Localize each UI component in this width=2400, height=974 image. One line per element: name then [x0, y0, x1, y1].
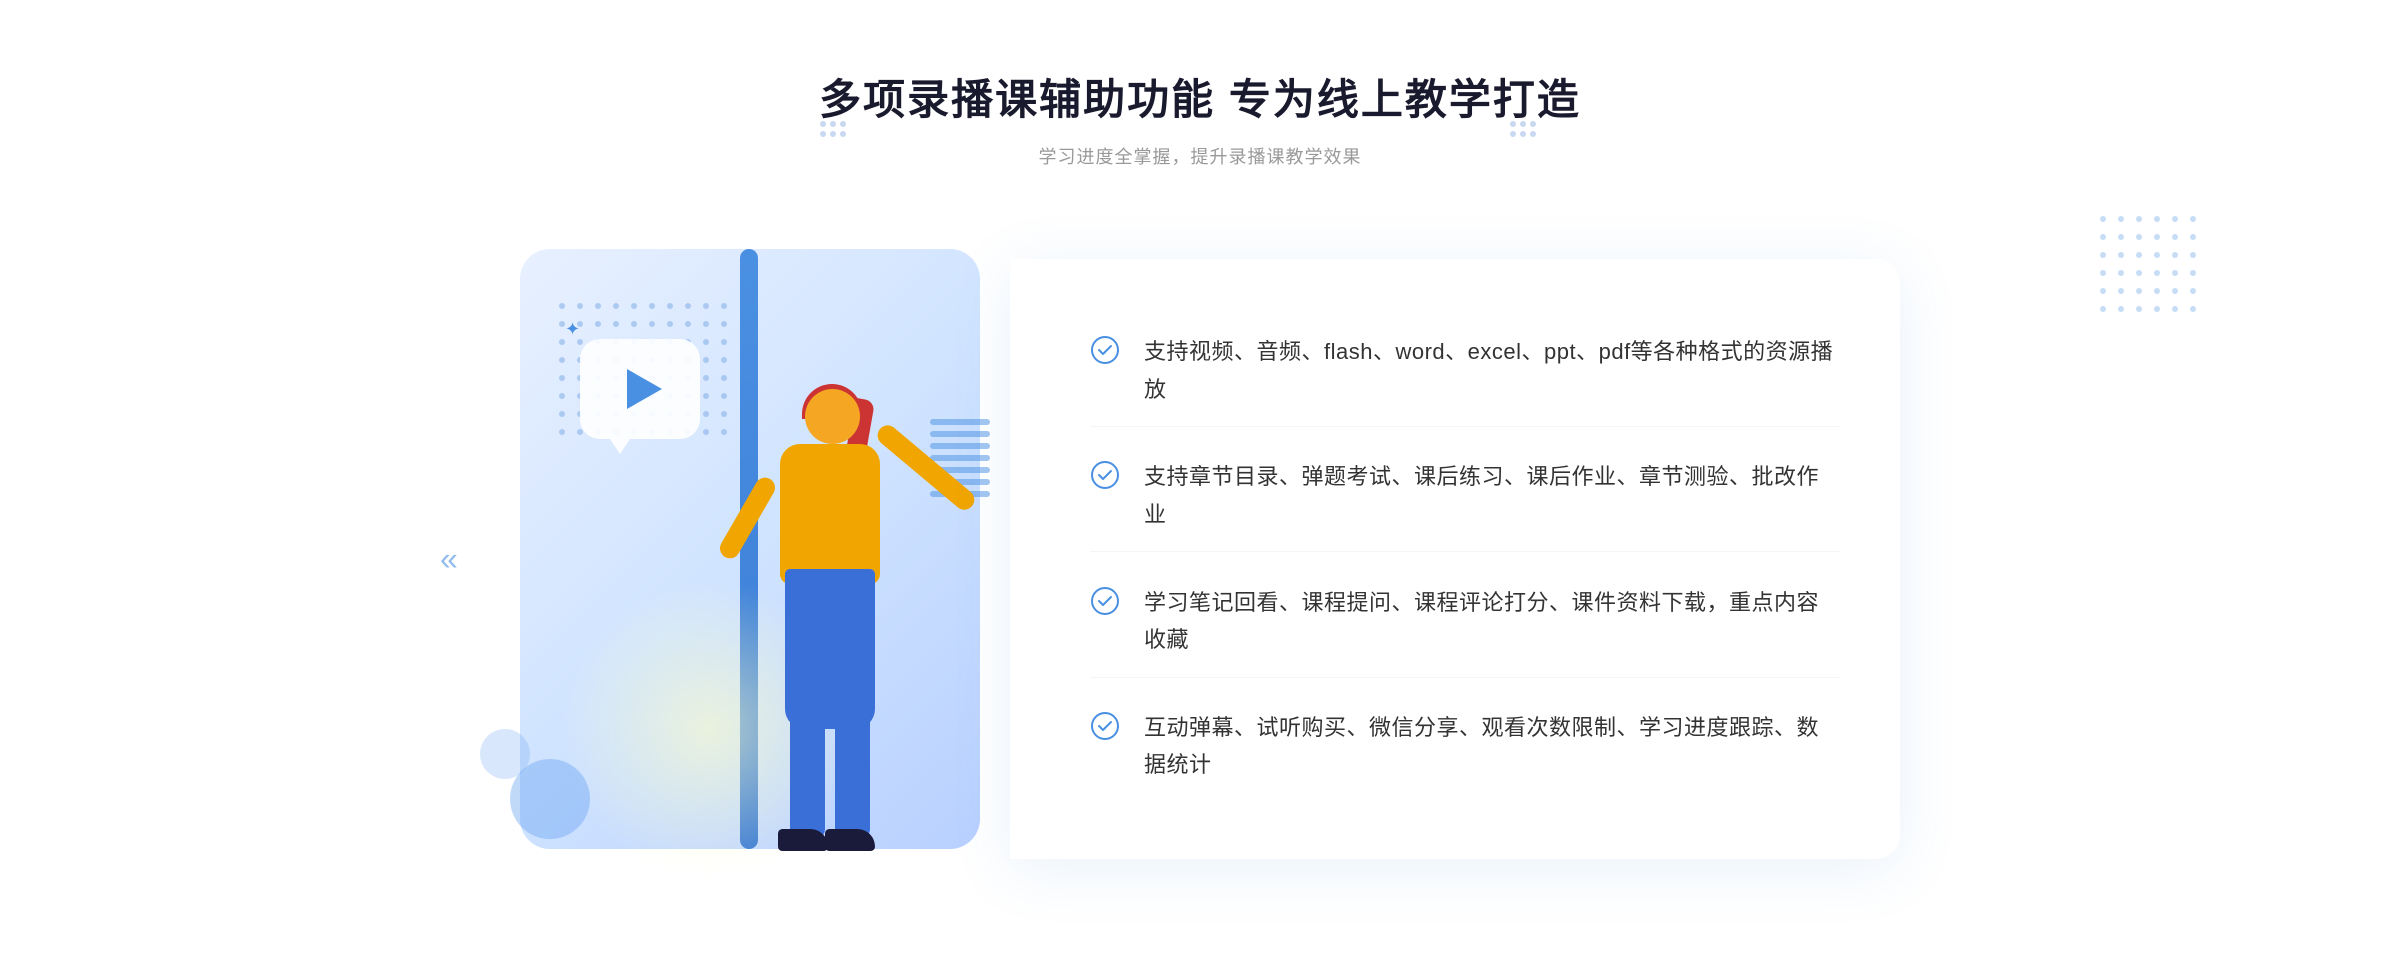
- content-area: ✦: [500, 219, 1900, 899]
- check-icon-1: [1090, 335, 1120, 365]
- feature-text-3: 学习笔记回看、课程提问、课程评论打分、课件资料下载，重点内容收藏: [1144, 584, 1840, 659]
- person-figure: [650, 379, 930, 899]
- right-deco-dots: [2100, 216, 2200, 316]
- features-card: 支持视频、音频、flash、word、excel、ppt、pdf等各种格式的资源…: [1010, 259, 1900, 859]
- feature-item-1: 支持视频、音频、flash、word、excel、ppt、pdf等各种格式的资源…: [1090, 315, 1840, 427]
- check-icon-3: [1090, 586, 1120, 616]
- left-chevron-icon: «: [440, 540, 458, 577]
- person-arm-left: [716, 474, 778, 562]
- person-shoe-right: [825, 829, 875, 851]
- illustration-wrapper: ✦: [500, 219, 1020, 899]
- check-icon-4: [1090, 711, 1120, 741]
- person-torso: [780, 444, 880, 584]
- header-section: 多项录播课辅助功能 专为线上教学打造 学习进度全掌握，提升录播课教学效果: [819, 66, 1581, 169]
- page-title: 多项录播课辅助功能 专为线上教学打造: [819, 66, 1581, 127]
- deco-dots-right: [1510, 121, 1536, 137]
- feature-text-4: 互动弹幕、试听购买、微信分享、观看次数限制、学习进度跟踪、数据统计: [1144, 709, 1840, 784]
- person-head: [805, 389, 860, 444]
- sparkle-icon: ✦: [565, 319, 580, 340]
- feature-text-1: 支持视频、音频、flash、word、excel、ppt、pdf等各种格式的资源…: [1144, 333, 1840, 408]
- page-wrapper: 多项录播课辅助功能 专为线上教学打造 学习进度全掌握，提升录播课教学效果: [0, 16, 2400, 959]
- page-subtitle: 学习进度全掌握，提升录播课教学效果: [819, 143, 1581, 169]
- feature-item-4: 互动弹幕、试听购买、微信分享、观看次数限制、学习进度跟踪、数据统计: [1090, 691, 1840, 802]
- deco-dots-left: [820, 121, 846, 137]
- person-leg-right: [835, 709, 870, 839]
- check-icon-2: [1090, 460, 1120, 490]
- feature-text-2: 支持章节目录、弹题考试、课后练习、课后作业、章节测验、批改作业: [1144, 458, 1840, 533]
- feature-item-3: 学习笔记回看、课程提问、课程评论打分、课件资料下载，重点内容收藏: [1090, 566, 1840, 678]
- feature-item-2: 支持章节目录、弹题考试、课后练习、课后作业、章节测验、批改作业: [1090, 440, 1840, 552]
- person-leg-left: [790, 709, 825, 839]
- person-pants: [785, 569, 875, 729]
- person-shoe-left: [778, 829, 828, 851]
- deco-circle-small: [480, 729, 530, 779]
